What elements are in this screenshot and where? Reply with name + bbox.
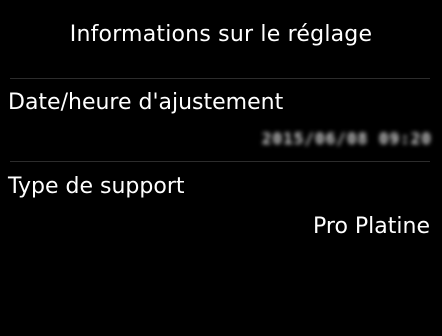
media-type-label: Type de support (8, 174, 185, 199)
media-type-value: Pro Platine (313, 214, 430, 239)
settings-info-screen: Informations sur le réglage Date/heure d… (0, 0, 442, 336)
adjustment-datetime-label: Date/heure d'ajustement (8, 90, 284, 115)
screen-title: Informations sur le réglage (69, 22, 373, 47)
divider-middle (10, 161, 430, 162)
divider-top (10, 78, 430, 79)
adjustment-datetime-value-obscured: 2015/06/08 09:20 (261, 129, 432, 148)
